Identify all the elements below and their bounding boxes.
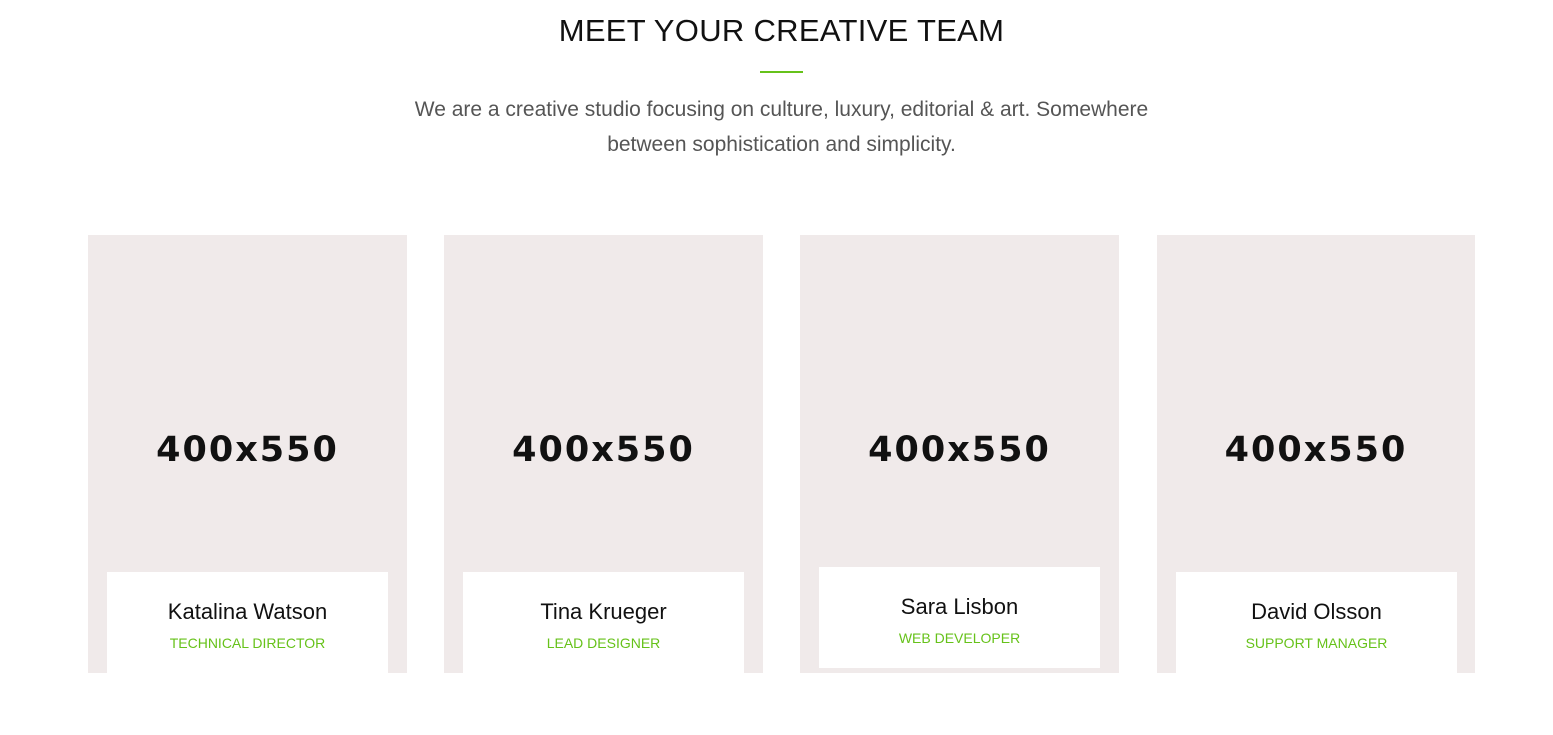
team-card[interactable]: 400x550 Sara Lisbon WEB DEVELOPER	[800, 235, 1119, 673]
image-placeholder: 400x550	[868, 430, 1051, 470]
member-name: Katalina Watson	[167, 599, 328, 624]
title-divider	[760, 71, 803, 73]
member-info: Tina Krueger LEAD DESIGNER	[463, 572, 744, 673]
member-role: SUPPORT MANAGER	[1245, 635, 1388, 651]
member-info: Katalina Watson TECHNICAL DIRECTOR	[107, 572, 388, 673]
image-placeholder: 400x550	[1224, 430, 1408, 470]
member-info: Sara Lisbon WEB DEVELOPER	[819, 567, 1100, 668]
section-title: MEET YOUR CREATIVE TEAM	[558, 13, 1005, 48]
image-placeholder: 400x550	[512, 430, 695, 470]
member-name: Tina Krueger	[540, 599, 667, 624]
member-role: TECHNICAL DIRECTOR	[169, 635, 326, 651]
team-card[interactable]: 400x550 Tina Krueger LEAD DESIGNER	[444, 235, 763, 673]
member-name: David Olsson	[1251, 599, 1382, 624]
team-card[interactable]: 400x550 David Olsson SUPPORT MANAGER	[1157, 235, 1475, 673]
section-subtitle: We are a creative studio focusing on cul…	[414, 98, 1149, 156]
member-role: WEB DEVELOPER	[898, 630, 1021, 646]
team-card[interactable]: 400x550 Katalina Watson TECHNICAL DIRECT…	[88, 235, 407, 673]
member-role: LEAD DESIGNER	[546, 635, 661, 651]
member-name: Sara Lisbon	[900, 594, 1019, 619]
image-placeholder: 400x550	[156, 430, 339, 470]
member-info: David Olsson SUPPORT MANAGER	[1176, 572, 1457, 673]
